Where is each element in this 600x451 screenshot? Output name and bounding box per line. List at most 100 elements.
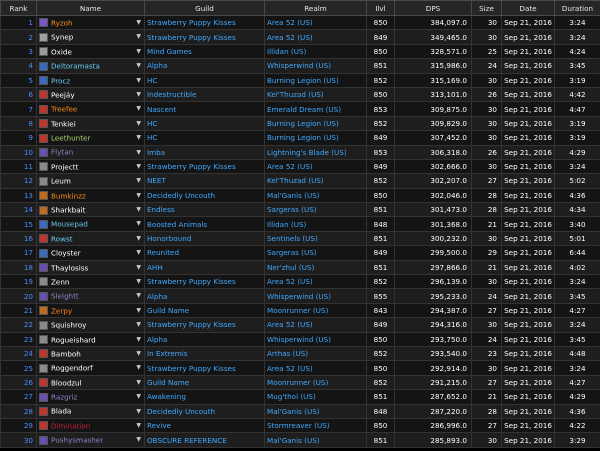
player-name[interactable]: Peejáy xyxy=(51,90,75,99)
table-row[interactable]: 22 Squishroy ▼ Strawberry Puppy Kisses Area … xyxy=(0,317,600,333)
player-cell[interactable]: Synep ▼ xyxy=(36,29,145,45)
realm-link[interactable]: Mal'Ganis (US) xyxy=(264,432,367,448)
realm-link[interactable]: Sargeras (US) xyxy=(264,202,367,218)
player-cell[interactable]: Leethunter ▼ xyxy=(36,130,145,146)
guild-link[interactable]: Alpha xyxy=(144,58,265,74)
chevron-down-icon[interactable]: ▼ xyxy=(136,319,141,331)
player-name[interactable]: Oxide xyxy=(51,47,72,56)
header-size[interactable]: Size xyxy=(471,0,502,16)
realm-link[interactable]: Kel'Thuzad (US) xyxy=(264,86,367,103)
chevron-down-icon[interactable]: ▼ xyxy=(136,276,141,288)
guild-link[interactable]: Strawberry Puppy Kisses xyxy=(144,158,265,175)
header-date[interactable]: Date xyxy=(501,0,555,16)
table-row[interactable]: 12 Leum ▼ NEET Kel'Thuzad (US) 852 302,207.0 27… xyxy=(0,173,600,189)
player-cell[interactable]: Squishroy ▼ xyxy=(36,317,145,333)
header-rank[interactable]: Rank xyxy=(0,0,37,16)
player-name[interactable]: Sharkbait xyxy=(51,206,85,215)
guild-link[interactable]: OBSCURE REFERENCE xyxy=(144,432,265,448)
table-row[interactable]: 15 Mousepad ▼ Boosted Animals Illidan (US) 84… xyxy=(0,216,600,232)
player-cell[interactable]: Bamboh ▼ xyxy=(36,345,145,362)
guild-link[interactable]: HC xyxy=(144,130,265,146)
player-cell[interactable]: Deltoramasta ▼ xyxy=(36,58,145,74)
realm-link[interactable]: Whisperwind (US) xyxy=(264,58,367,74)
table-row[interactable]: 21 Zerpy ▼ Guild Name Moonrunner (US) 843 294,… xyxy=(0,302,600,319)
chevron-down-icon[interactable]: ▼ xyxy=(136,290,141,302)
realm-link[interactable]: Burning Legion (US) xyxy=(264,130,367,146)
table-row[interactable]: 26 Bloodzul ▼ Guild Name Moonrunner (US) 852 2… xyxy=(0,374,600,391)
chevron-down-icon[interactable]: ▼ xyxy=(136,74,141,86)
player-name[interactable]: Zenn xyxy=(51,277,69,286)
table-row[interactable]: 1 Ryzoh ▼ Strawberry Puppy Kisses Area 52 (U… xyxy=(0,14,600,31)
realm-link[interactable]: Whisperwind (US) xyxy=(264,331,367,347)
chevron-down-icon[interactable]: ▼ xyxy=(136,362,141,374)
table-row[interactable]: 28 Blada ▼ Decidedly Uncouth Mal'Ganis (US) 8… xyxy=(0,403,600,419)
table-row[interactable]: 19 Zenn ▼ Strawberry Puppy Kisses Area 52 (U… xyxy=(0,274,600,290)
chevron-down-icon[interactable]: ▼ xyxy=(136,232,141,244)
header-duration[interactable]: Duration xyxy=(554,0,600,16)
realm-link[interactable]: Mal'Ganis (US) xyxy=(264,403,367,419)
table-row[interactable]: 9 Leethunter ▼ HC Burning Legion (US) 849 307,… xyxy=(0,130,600,146)
header-ilvl[interactable]: Ilvl xyxy=(366,0,395,16)
table-row[interactable]: 2 Synep ▼ Strawberry Puppy Kisses Area 52 (U… xyxy=(0,29,600,45)
player-name[interactable]: Pushysmasher xyxy=(51,436,103,445)
chevron-down-icon[interactable]: ▼ xyxy=(136,348,141,360)
player-cell[interactable]: Procz ▼ xyxy=(36,72,145,88)
player-name[interactable]: Thaylosiss xyxy=(51,263,88,272)
table-row[interactable]: 11 Projectt ▼ Strawberry Puppy Kisses Area 5… xyxy=(0,158,600,175)
player-cell[interactable]: Sharkbait ▼ xyxy=(36,202,145,218)
player-cell[interactable]: Rowst ▼ xyxy=(36,230,145,247)
player-name[interactable]: Ryzoh xyxy=(51,18,73,27)
chevron-down-icon[interactable]: ▼ xyxy=(136,247,141,259)
realm-link[interactable]: Illidan (US) xyxy=(264,43,367,60)
guild-link[interactable]: In Extremis xyxy=(144,345,265,362)
guild-link[interactable]: Alpha xyxy=(144,331,265,347)
realm-link[interactable]: Area 52 (US) xyxy=(264,29,367,45)
chevron-down-icon[interactable]: ▼ xyxy=(136,45,141,57)
player-cell[interactable]: Thaylosiss ▼ xyxy=(36,259,145,276)
player-cell[interactable]: Rogueishard ▼ xyxy=(36,331,145,347)
player-cell[interactable]: Treefee ▼ xyxy=(36,101,145,117)
realm-link[interactable]: Area 52 (US) xyxy=(264,317,367,333)
chevron-down-icon[interactable]: ▼ xyxy=(136,376,141,388)
player-name[interactable]: Leum xyxy=(51,177,71,186)
realm-link[interactable]: Mal'Ganis (US) xyxy=(264,187,367,204)
header-name[interactable]: Name xyxy=(36,0,145,16)
realm-link[interactable]: Lightning's Blade (US) xyxy=(264,144,367,160)
player-name[interactable]: Sleightt xyxy=(51,292,79,301)
realm-link[interactable]: Area 52 (US) xyxy=(264,158,367,175)
table-row[interactable]: 30 Pushysmasher ▼ OBSCURE REFERENCE Mal'Gani… xyxy=(0,432,600,448)
realm-link[interactable]: Moonrunner (US) xyxy=(264,302,367,319)
chevron-down-icon[interactable]: ▼ xyxy=(136,60,141,72)
header-dps[interactable]: DPS xyxy=(394,0,472,16)
player-cell[interactable]: Pushysmasher ▼ xyxy=(36,432,145,448)
realm-link[interactable]: Ner'zhul (US) xyxy=(264,259,367,276)
player-cell[interactable]: Sleightt ▼ xyxy=(36,288,145,304)
table-row[interactable]: 6 Peejáy ▼ Indestructible Kel'Thuzad (US) 850… xyxy=(0,86,600,103)
header-guild[interactable]: Guild xyxy=(144,0,265,16)
table-row[interactable]: 4 Deltoramasta ▼ Alpha Whisperwind (US) 851 31… xyxy=(0,58,600,74)
guild-link[interactable]: Strawberry Puppy Kisses xyxy=(144,360,265,376)
guild-link[interactable]: Boosted Animals xyxy=(144,216,265,232)
player-cell[interactable]: Dimination ▼ xyxy=(36,417,145,434)
guild-link[interactable]: NEET xyxy=(144,173,265,189)
guild-link[interactable]: Indestructible xyxy=(144,86,265,103)
guild-link[interactable]: HC xyxy=(144,115,265,132)
chevron-down-icon[interactable]: ▼ xyxy=(136,146,141,158)
guild-link[interactable]: Alpha xyxy=(144,288,265,304)
chevron-down-icon[interactable]: ▼ xyxy=(136,304,141,316)
realm-link[interactable]: Sargeras (US) xyxy=(264,245,367,261)
guild-link[interactable]: Decidedly Uncouth xyxy=(144,403,265,419)
realm-link[interactable]: Stormreaver (US) xyxy=(264,417,367,434)
table-row[interactable]: 18 Thaylosiss ▼ AHH Ner'zhul (US) 851 297,866.… xyxy=(0,259,600,276)
realm-link[interactable]: Area 52 (US) xyxy=(264,14,367,31)
player-name[interactable]: Blada xyxy=(51,407,71,416)
player-name[interactable]: Treefee xyxy=(51,105,77,114)
player-cell[interactable]: Peejáy ▼ xyxy=(36,86,145,103)
realm-link[interactable]: Mug'thol (US) xyxy=(264,389,367,405)
player-cell[interactable]: Zerpy ▼ xyxy=(36,302,145,319)
table-row[interactable]: 29 Dimination ▼ Revive Stormreaver (US) 850 28… xyxy=(0,417,600,434)
player-name[interactable]: Razgriz xyxy=(51,393,77,402)
realm-link[interactable]: Sentinels (US) xyxy=(264,230,367,247)
table-row[interactable]: 10 Flytan ▼ Imba Lightning's Blade (US) 853 30… xyxy=(0,144,600,160)
player-name[interactable]: Bumkinzz xyxy=(51,191,86,200)
